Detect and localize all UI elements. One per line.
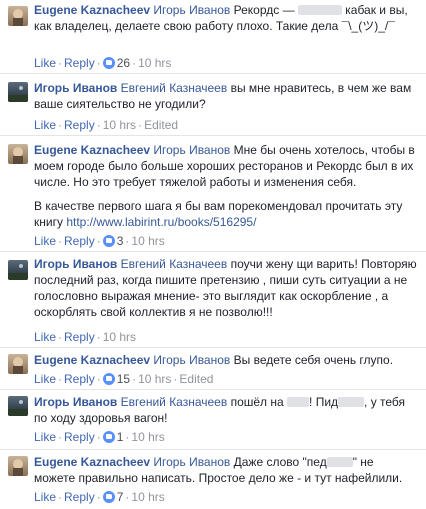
mention-link[interactable]: Игорь Иванов	[153, 353, 230, 367]
comment: Eugene Kaznacheev Игорь Иванов Рекордс —…	[0, 0, 426, 74]
timestamp[interactable]: 10 hrs	[131, 490, 164, 504]
comment-body: Eugene Kaznacheev Игорь Иванов Рекордс —…	[34, 2, 418, 34]
timestamp[interactable]: 10 hrs	[131, 430, 164, 444]
timestamp[interactable]: 10 hrs	[103, 118, 136, 132]
comment-author[interactable]: Eugene Kaznacheev	[34, 353, 150, 367]
like-button[interactable]: Like	[34, 330, 56, 344]
comment: Eugene Kaznacheev Игорь Иванов Даже слов…	[0, 450, 426, 509]
timestamp[interactable]: 10 hrs	[138, 372, 171, 386]
redacted-word	[297, 5, 342, 15]
timestamp[interactable]: 10 hrs	[131, 234, 164, 248]
mention-link[interactable]: Игорь Иванов	[153, 455, 230, 469]
like-button[interactable]: Like	[34, 430, 56, 444]
comment-text: Вы ведете себя очень глупо.	[233, 353, 394, 367]
comment-text: Рекордс —	[233, 3, 295, 17]
comment: Eugene Kaznacheev Игорь Иванов Вы ведете…	[0, 348, 426, 390]
like-icon	[102, 57, 115, 69]
like-button[interactable]: Like	[34, 118, 56, 132]
comment-actions: Like · Reply · 1 · 10 hrs	[34, 430, 165, 444]
mention-link[interactable]: Игорь Иванов	[153, 143, 230, 157]
comment: Игорь Иванов Евгений Казначеев пошёл на …	[0, 390, 426, 450]
comment: Игорь Иванов Евгений Казначеев поучи жен…	[0, 252, 426, 348]
like-count[interactable]: 15	[117, 372, 130, 386]
comment-body: Игорь Иванов Евгений Казначеев пошёл на …	[34, 394, 418, 426]
redacted-word	[326, 457, 353, 467]
timestamp[interactable]: 10 hrs	[103, 330, 136, 344]
timestamp[interactable]: 10 hrs	[138, 56, 171, 70]
like-button[interactable]: Like	[34, 56, 56, 70]
reply-button[interactable]: Reply	[64, 118, 95, 132]
comment-author[interactable]: Игорь Иванов	[34, 257, 117, 271]
avatar[interactable]	[8, 354, 28, 374]
mention-link[interactable]: Евгений Казначеев	[121, 257, 228, 271]
like-icon	[102, 491, 115, 503]
mention-link[interactable]: Игорь Иванов	[153, 3, 230, 17]
comment-author[interactable]: Eugene Kaznacheev	[34, 455, 150, 469]
like-icon	[102, 431, 115, 443]
comment-body: Игорь Иванов Евгений Казначеев вы мне нр…	[34, 80, 418, 112]
comment-actions: Like · Reply · 10 hrs · Edited	[34, 118, 179, 132]
edited-label[interactable]: Edited	[179, 372, 213, 386]
comment-author[interactable]: Игорь Иванов	[34, 395, 117, 409]
comment-author[interactable]: Eugene Kaznacheev	[34, 3, 150, 17]
comment-text: Даже слово "пед	[233, 455, 327, 469]
reply-button[interactable]: Reply	[64, 330, 95, 344]
like-count[interactable]: 26	[117, 56, 130, 70]
mention-link[interactable]: Евгений Казначеев	[121, 81, 228, 95]
redacted-word	[338, 397, 365, 407]
comment-actions: Like · Reply · 3 · 10 hrs	[34, 234, 165, 248]
reply-button[interactable]: Reply	[64, 234, 95, 248]
redacted-word	[287, 397, 310, 407]
like-icon	[102, 373, 115, 385]
reply-button[interactable]: Reply	[64, 372, 95, 386]
avatar[interactable]	[8, 6, 28, 26]
book-link[interactable]: http://www.labirint.ru/books/516295/	[66, 215, 256, 229]
edited-label[interactable]: Edited	[144, 118, 178, 132]
reply-button[interactable]: Reply	[64, 56, 95, 70]
avatar[interactable]	[8, 82, 28, 102]
comment-actions: Like · Reply · 26 · 10 hrs	[34, 56, 172, 70]
like-icon	[102, 235, 115, 247]
comment-body: Eugene Kaznacheev Игорь Иванов Вы ведете…	[34, 352, 418, 368]
comment-author[interactable]: Eugene Kaznacheev	[34, 143, 150, 157]
comment-body: Eugene Kaznacheev Игорь Иванов Даже слов…	[34, 454, 418, 486]
comment-actions: Like · Reply · 10 hrs	[34, 330, 137, 344]
comment-body: Игорь Иванов Евгений Казначеев поучи жен…	[34, 256, 418, 320]
like-button[interactable]: Like	[34, 490, 56, 504]
comment: Eugene Kaznacheev Игорь Иванов Мне бы оч…	[0, 136, 426, 252]
comment-actions: Like · Reply · 7 · 10 hrs	[34, 490, 165, 504]
reply-button[interactable]: Reply	[64, 490, 95, 504]
mention-link[interactable]: Евгений Казначеев	[121, 395, 228, 409]
like-button[interactable]: Like	[34, 234, 56, 248]
comment-text: ! Пид	[309, 395, 339, 409]
avatar[interactable]	[8, 260, 28, 280]
comment-actions: Like · Reply · 15 · 10 hrs · Edited	[34, 372, 214, 386]
comment-text: пошёл на	[230, 395, 284, 409]
avatar[interactable]	[8, 456, 28, 476]
comment-body: Eugene Kaznacheev Игорь Иванов Мне бы оч…	[34, 142, 418, 230]
avatar[interactable]	[8, 144, 28, 164]
like-button[interactable]: Like	[34, 372, 56, 386]
avatar[interactable]	[8, 396, 28, 416]
comment: Игорь Иванов Евгений Казначеев вы мне нр…	[0, 74, 426, 136]
reply-button[interactable]: Reply	[64, 430, 95, 444]
comment-author[interactable]: Игорь Иванов	[34, 81, 117, 95]
